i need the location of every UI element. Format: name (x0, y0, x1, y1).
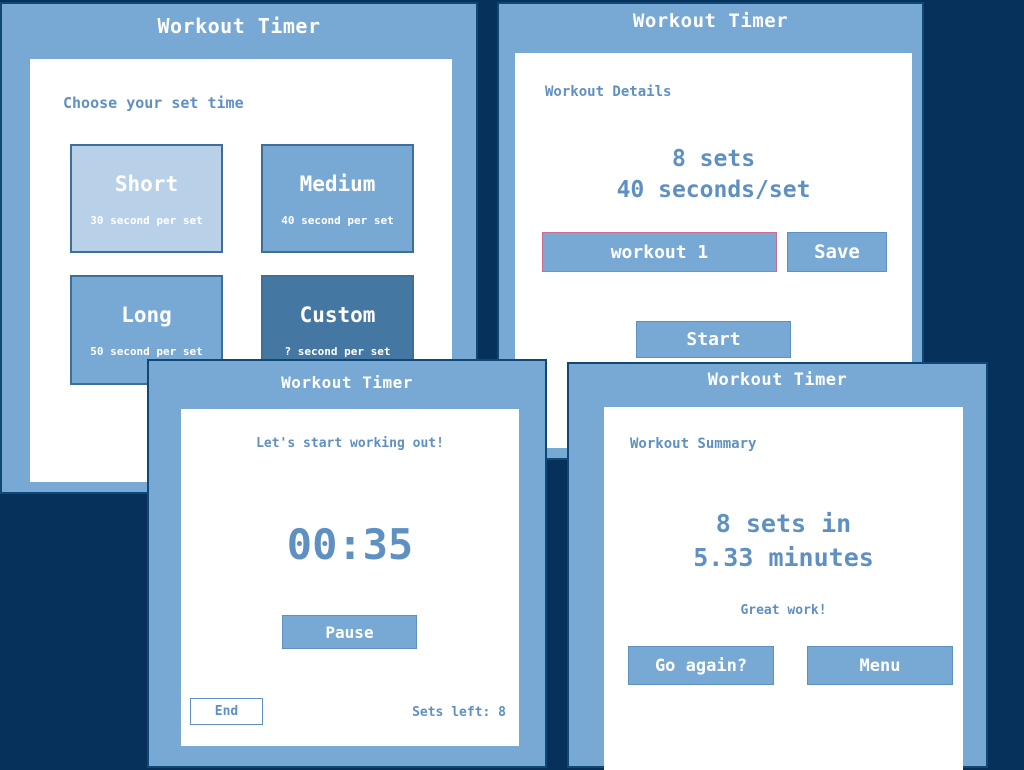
workout-summary-screen: Workout Timer Workout Summary 8 sets in … (567, 362, 988, 770)
custom-tile-label: Custom (299, 303, 376, 327)
workout-summary-screen-title: Workout Timer (707, 370, 848, 390)
workout-name-input[interactable]: workout 1 (542, 232, 777, 272)
save-button[interactable]: Save (787, 232, 887, 272)
workout-summary-content: Workout Summary 8 sets in 5.33 minutes G… (604, 407, 963, 770)
medium-tile-label: Medium (299, 172, 376, 196)
workout-details-screen-title: Workout Timer (632, 10, 789, 32)
sets-left-counter: Sets left: 8 (412, 705, 506, 720)
short-tile-label: Short (114, 172, 179, 196)
medium-tile-sub: 40 second per set (281, 214, 394, 227)
choose-set-time-prompt: Choose your set time (63, 94, 244, 112)
workout-details-heading: Workout Details (545, 84, 672, 100)
menu-button[interactable]: Menu (807, 646, 953, 685)
timer-content: Let's start working out! 00:35 Pause End… (181, 409, 519, 746)
countdown-timer: 00:35 (286, 520, 414, 569)
pause-button[interactable]: Pause (282, 615, 417, 649)
start-button[interactable]: Start (636, 321, 791, 358)
summary-sets-line: 8 sets in (715, 509, 852, 538)
great-work-message: Great work! (740, 603, 827, 618)
workout-summary-heading: Workout Summary (630, 436, 757, 452)
set-time-screen-title: Workout Timer (157, 14, 321, 38)
custom-tile-sub: ? second per set (284, 345, 391, 358)
short-tile[interactable]: Short 30 second per set (70, 144, 223, 253)
workout-sets-count: 8 sets (671, 146, 756, 172)
long-tile-sub: 50 second per set (90, 345, 203, 358)
summary-minutes-line: 5.33 minutes (693, 543, 874, 572)
workout-seconds-per-set: 40 seconds/set (616, 177, 811, 203)
start-working-out-message: Let's start working out! (256, 436, 444, 451)
medium-tile[interactable]: Medium 40 second per set (261, 144, 414, 253)
timer-screen: Workout Timer Let's start working out! 0… (147, 359, 547, 768)
end-button[interactable]: End (190, 698, 263, 725)
long-tile-label: Long (121, 303, 172, 327)
timer-screen-title: Workout Timer (281, 373, 413, 392)
short-tile-sub: 30 second per set (90, 214, 203, 227)
go-again-button[interactable]: Go again? (628, 646, 774, 685)
